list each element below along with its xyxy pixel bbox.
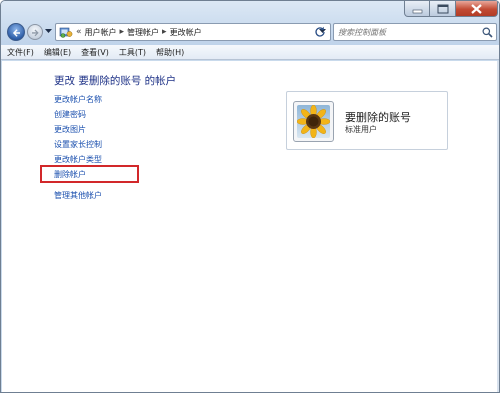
- menu-edit[interactable]: 编辑(E): [39, 47, 76, 58]
- chevron-down-icon[interactable]: [45, 29, 52, 34]
- menu-view[interactable]: 查看(V): [76, 47, 114, 58]
- control-panel-window: « 用户帐户 ▸ 管理帐户 ▸ 更改帐户 搜索控制面板 文件(F) 编辑(E) …: [0, 0, 500, 393]
- maximize-icon: [437, 4, 449, 14]
- create-password-link[interactable]: 创建密码: [54, 109, 86, 120]
- search-icon[interactable]: [482, 27, 493, 38]
- minimize-button[interactable]: [404, 1, 430, 17]
- flower-avatar-icon: [297, 105, 330, 138]
- minimize-icon: [412, 9, 423, 14]
- forward-button[interactable]: [27, 24, 43, 40]
- delete-account-highlight: [40, 165, 139, 183]
- account-card: 要删除的账号 标准用户: [286, 91, 448, 150]
- window-controls: [404, 1, 498, 17]
- menu-help[interactable]: 帮助(H): [151, 47, 189, 58]
- refresh-icon: [315, 26, 325, 37]
- breadcrumb-separator[interactable]: ▸: [120, 27, 125, 37]
- navigation-bar: « 用户帐户 ▸ 管理帐户 ▸ 更改帐户: [1, 1, 499, 45]
- forward-arrow-icon: [32, 29, 39, 37]
- back-arrow-icon: [12, 29, 20, 37]
- search-input[interactable]: [338, 26, 478, 38]
- account-name: 要删除的账号: [345, 111, 411, 124]
- breadcrumb-manage-accounts[interactable]: 管理帐户: [127, 27, 159, 38]
- account-type: 标准用户: [345, 125, 377, 134]
- content-right-edge: [497, 61, 499, 392]
- close-icon: [471, 4, 482, 14]
- breadcrumb-separator[interactable]: ▸: [162, 27, 167, 37]
- manage-other-accounts-link[interactable]: 管理其他帐户: [54, 190, 102, 201]
- menu-file[interactable]: 文件(F): [1, 47, 39, 58]
- address-bar[interactable]: « 用户帐户 ▸ 管理帐户 ▸ 更改帐户: [55, 23, 331, 41]
- maximize-button[interactable]: [430, 1, 456, 17]
- menu-bar: 文件(F) 编辑(E) 查看(V) 工具(T) 帮助(H): [1, 45, 499, 60]
- control-panel-icon: [59, 25, 73, 39]
- breadcrumb-overflow[interactable]: «: [76, 27, 82, 37]
- change-account-type-link[interactable]: 更改帐户类型: [54, 154, 102, 165]
- search-box[interactable]: [333, 23, 497, 41]
- change-picture-link[interactable]: 更改图片: [54, 124, 86, 135]
- back-button[interactable]: [7, 23, 25, 41]
- menu-tools[interactable]: 工具(T): [114, 47, 151, 58]
- parental-controls-link[interactable]: 设置家长控制: [54, 139, 102, 150]
- close-button[interactable]: [456, 1, 498, 17]
- page-title: 更改 要删除的账号 的帐户: [54, 75, 177, 87]
- main-content: 更改 要删除的账号 的帐户 更改帐户名称 创建密码 更改图片 设置家长控制 更改…: [2, 61, 498, 392]
- avatar: [293, 101, 334, 142]
- change-account-name-link[interactable]: 更改帐户名称: [54, 94, 102, 105]
- refresh-button[interactable]: [313, 25, 327, 39]
- breadcrumb-change-account[interactable]: 更改帐户: [170, 27, 202, 38]
- breadcrumb-user-accounts[interactable]: 用户帐户: [85, 27, 117, 38]
